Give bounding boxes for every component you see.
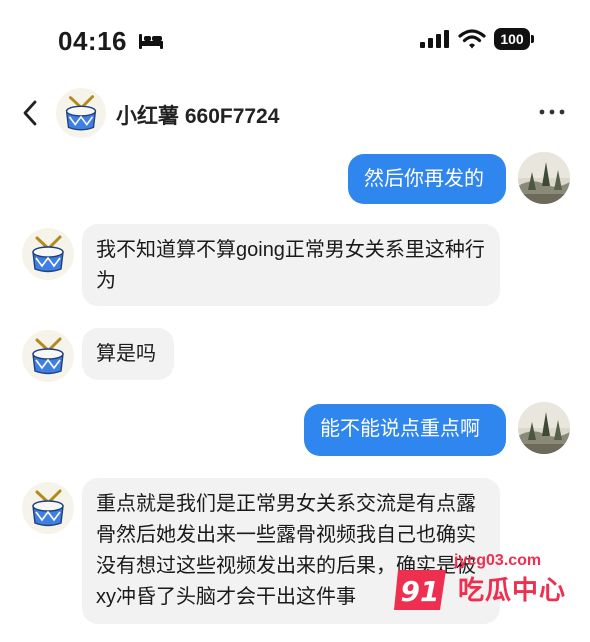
back-icon[interactable] (16, 96, 46, 130)
drum-avatar-icon (32, 235, 64, 273)
wifi-icon (458, 29, 486, 49)
signal-icon (420, 30, 449, 48)
message-bubble-outgoing: 能不能说点重点啊 (304, 404, 506, 456)
bed-icon (139, 34, 163, 49)
message-bubble-outgoing: 然后你再发的 (348, 154, 506, 204)
battery-indicator: 100 (494, 28, 534, 50)
message-bubble-incoming: 算是吗 (82, 328, 174, 380)
message-bubble-incoming: 重点就是我们是正常男女关系交流是有点露骨然后她发出来一些露骨视频我自己也确实没有… (82, 478, 500, 624)
drum-avatar-icon (65, 95, 97, 131)
more-icon[interactable] (538, 102, 566, 122)
landscape-avatar (518, 402, 570, 454)
status-bar: 04:16 100 (0, 0, 590, 80)
contact-name: 小红薯 660F7724 (116, 105, 280, 128)
my-avatar[interactable] (518, 402, 570, 454)
contact-avatar[interactable] (56, 88, 106, 138)
battery-level: 100 (494, 28, 530, 50)
contact-message-avatar[interactable] (22, 330, 74, 382)
status-time: 04:16 (58, 26, 127, 56)
message-bubble-incoming: 我不知道算不算going正常男女关系里这种行为 (82, 224, 500, 306)
battery-tip (531, 35, 534, 43)
contact-message-avatar[interactable] (22, 228, 74, 280)
contact-message-avatar[interactable] (22, 482, 74, 534)
chat-header: 小红薯 660F7724 (0, 84, 590, 144)
drum-avatar-icon (32, 337, 64, 375)
drum-avatar-icon (32, 489, 64, 527)
my-avatar[interactable] (518, 152, 570, 204)
landscape-avatar (518, 152, 570, 204)
